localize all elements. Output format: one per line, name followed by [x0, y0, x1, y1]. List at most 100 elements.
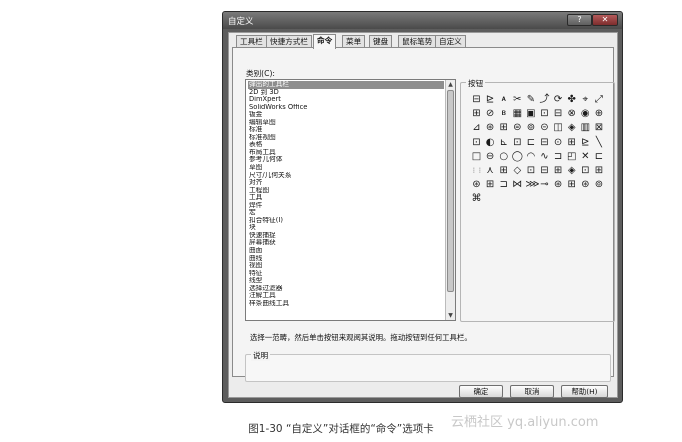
category-item[interactable]: 表格 — [248, 141, 444, 149]
command-button-icon[interactable]: ⊙ — [553, 137, 564, 148]
command-button-icon[interactable]: ◈ — [566, 165, 577, 176]
command-button-icon[interactable]: ⊞ — [498, 165, 509, 176]
command-button-icon[interactable]: ⊛ — [471, 179, 482, 190]
command-button-icon[interactable]: ⊡ — [525, 165, 536, 176]
category-item[interactable]: 弹出的工具栏 — [248, 81, 444, 89]
command-button-icon[interactable]: ▦ — [512, 108, 523, 119]
command-button-icon[interactable]: ◉ — [580, 108, 591, 119]
category-item[interactable]: 工具 — [248, 194, 444, 202]
command-button-icon[interactable]: 𝐀 — [498, 94, 509, 105]
command-button-icon[interactable]: ⋈ — [512, 179, 523, 190]
category-item[interactable]: 特征 — [248, 270, 444, 278]
category-item[interactable]: 尺寸/几何关系 — [248, 172, 444, 180]
command-button-icon[interactable]: ◐ — [485, 137, 496, 148]
category-item[interactable]: 快速捕捉 — [248, 232, 444, 240]
command-button-icon[interactable]: ⊵ — [485, 94, 496, 105]
command-button-icon[interactable]: ⊸ — [539, 179, 550, 190]
scroll-down-icon[interactable]: ▼ — [446, 311, 455, 320]
ok-button[interactable]: 确定 — [459, 385, 503, 398]
help-icon[interactable]: ? — [567, 14, 592, 26]
command-button-icon[interactable]: □ — [471, 151, 482, 162]
category-item[interactable]: 宏 — [248, 209, 444, 217]
category-item[interactable]: 线型 — [248, 277, 444, 285]
command-button-icon[interactable]: ⋙ — [525, 179, 539, 190]
command-button-icon[interactable]: ✕ — [580, 151, 591, 162]
category-item[interactable]: 屏幕捕获 — [248, 239, 444, 247]
title-bar[interactable]: 自定义 ? ✕ — [223, 12, 622, 29]
category-item[interactable]: 焊件 — [248, 202, 444, 210]
scroll-thumb[interactable] — [447, 90, 454, 292]
command-button-icon[interactable]: ⊡ — [539, 108, 550, 119]
command-button-icon[interactable]: 𝐁 — [498, 108, 509, 119]
category-item[interactable]: 布局工具 — [248, 149, 444, 157]
command-button-icon[interactable]: ⊝ — [539, 122, 550, 133]
command-button-icon[interactable]: ⊞ — [566, 137, 577, 148]
command-button-icon[interactable]: ∿ — [539, 151, 550, 162]
category-item[interactable]: 曲线 — [248, 255, 444, 263]
category-item[interactable]: 标准视图 — [248, 134, 444, 142]
command-button-icon[interactable]: ╲ — [593, 137, 604, 148]
command-button-icon[interactable]: ⊟ — [539, 137, 550, 148]
cancel-button[interactable]: 取消 — [510, 385, 554, 398]
category-item[interactable]: DimXpert — [248, 96, 444, 104]
category-item[interactable]: SolidWorks Office — [248, 104, 444, 112]
category-item[interactable]: 编辑草图 — [248, 119, 444, 127]
command-button-icon[interactable]: ⤴ — [539, 94, 550, 105]
category-item[interactable]: 扣合特征(I) — [248, 217, 444, 225]
command-button-icon[interactable]: ✂ — [512, 94, 523, 105]
close-icon[interactable]: ✕ — [592, 14, 618, 26]
command-button-icon[interactable]: ⊞ — [498, 122, 509, 133]
command-button-icon[interactable]: ⊞ — [566, 179, 577, 190]
command-button-icon[interactable]: ◯ — [512, 151, 523, 162]
category-item[interactable]: 对齐 — [248, 179, 444, 187]
command-button-icon[interactable]: ◫ — [553, 122, 564, 133]
command-button-icon[interactable]: ◠ — [525, 151, 536, 162]
command-button-icon[interactable]: ⊟ — [539, 165, 550, 176]
command-button-icon[interactable]: ▥ — [580, 122, 591, 133]
command-button-icon[interactable]: ⊛ — [485, 122, 496, 133]
command-button-icon[interactable]: ⊡ — [580, 165, 591, 176]
command-button-icon[interactable]: ◇ — [512, 165, 523, 176]
command-button-icon[interactable]: ⊿ — [471, 122, 482, 133]
command-button-icon[interactable]: ⊕ — [593, 108, 604, 119]
category-item[interactable]: 钣金 — [248, 111, 444, 119]
scroll-up-icon[interactable]: ▲ — [446, 80, 455, 89]
command-button-icon[interactable]: ⊞ — [471, 108, 482, 119]
command-button-icon[interactable]: ◈ — [566, 122, 577, 133]
help-button[interactable]: 帮助(H) — [561, 385, 608, 398]
command-button-icon[interactable]: ⊐ — [498, 179, 509, 190]
command-button-icon[interactable]: ○ — [498, 151, 509, 162]
command-button-icon[interactable]: ⟳ — [553, 94, 564, 105]
command-button-icon[interactable]: ✤ — [566, 94, 577, 105]
command-button-icon[interactable]: ⊐ — [553, 151, 564, 162]
category-item[interactable]: 曲面 — [248, 247, 444, 255]
command-button-icon[interactable]: ◰ — [566, 151, 577, 162]
command-button-icon[interactable]: ⊛ — [580, 179, 591, 190]
category-item[interactable]: 参考几何体 — [248, 156, 444, 164]
command-button-icon[interactable]: ⊞ — [553, 165, 564, 176]
command-button-icon[interactable]: ⊏ — [525, 137, 536, 148]
category-item[interactable]: 视图 — [248, 262, 444, 270]
command-button-icon[interactable]: ⊟ — [471, 94, 482, 105]
category-item[interactable]: 草图 — [248, 164, 444, 172]
command-button-icon[interactable]: ⌖ — [580, 94, 591, 105]
command-button-icon[interactable]: ⊗ — [566, 108, 577, 119]
command-button-icon[interactable]: ⊖ — [485, 151, 496, 162]
command-button-icon[interactable]: ⊚ — [593, 179, 604, 190]
category-item[interactable]: 选择过滤器 — [248, 285, 444, 293]
command-button-icon[interactable]: ⊡ — [471, 137, 482, 148]
command-button-icon[interactable]: ⊘ — [485, 108, 496, 119]
categories-scrollbar[interactable]: ▲ ▼ — [445, 80, 455, 320]
command-button-icon[interactable]: ⊠ — [593, 122, 604, 133]
command-button-icon[interactable]: ▣ — [525, 108, 536, 119]
command-button-icon[interactable]: ✎ — [525, 94, 536, 105]
command-button-icon[interactable]: ⌘ — [471, 193, 482, 204]
command-button-icon[interactable]: ⊡ — [512, 137, 523, 148]
command-button-icon[interactable]: ⤢ — [593, 94, 604, 105]
command-button-icon[interactable]: ⊜ — [512, 122, 523, 133]
category-item[interactable]: 块 — [248, 224, 444, 232]
categories-list[interactable]: 弹出的工具栏 2D 到 3D DimXpert SolidWorks Office 钣金… — [245, 79, 456, 321]
command-button-icon[interactable]: ⊛ — [553, 179, 564, 190]
command-button-icon[interactable]: ⋮⋮ — [471, 165, 483, 176]
command-button-icon[interactable]: ⊏ — [593, 151, 604, 162]
